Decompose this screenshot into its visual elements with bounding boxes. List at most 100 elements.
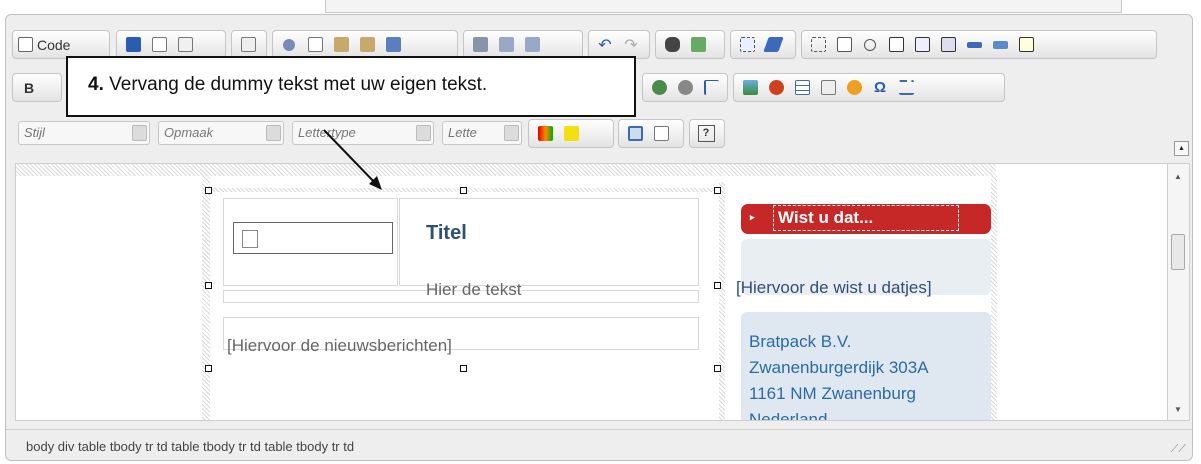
button-field-button[interactable] bbox=[963, 33, 985, 56]
checkbox-icon bbox=[836, 37, 852, 52]
wist-header[interactable]: ▸ Wist u dat... bbox=[741, 204, 991, 234]
save-icon bbox=[125, 37, 141, 52]
button-field-icon bbox=[966, 41, 982, 48]
help-button[interactable]: ? bbox=[695, 122, 717, 145]
news-placeholder: [Hiervoor de nieuwsberichten] bbox=[227, 336, 452, 355]
text-color-icon bbox=[537, 126, 553, 141]
address-country: Nederland bbox=[749, 410, 828, 421]
maximize-icon bbox=[627, 126, 643, 141]
printer-icon bbox=[472, 37, 488, 52]
paste-text-button[interactable] bbox=[356, 33, 378, 56]
select-all-button[interactable] bbox=[736, 33, 758, 56]
flag-icon bbox=[703, 80, 719, 95]
cut-button[interactable] bbox=[278, 33, 300, 56]
save-button[interactable] bbox=[122, 33, 144, 56]
address-street: Zwanenburgerdijk 303A bbox=[749, 358, 929, 377]
image-button-icon bbox=[992, 40, 1008, 49]
textfield-button[interactable] bbox=[885, 33, 907, 56]
table-button[interactable] bbox=[791, 76, 813, 99]
templates-button[interactable] bbox=[237, 33, 259, 56]
redo-icon: ↷ bbox=[624, 36, 638, 54]
table-icon bbox=[794, 80, 810, 95]
horizontal-rule-button[interactable] bbox=[817, 76, 839, 99]
omega-icon: Ω bbox=[873, 79, 887, 96]
smiley-button[interactable] bbox=[843, 76, 865, 99]
paste-word-icon bbox=[385, 37, 401, 52]
maximize-button[interactable] bbox=[624, 122, 646, 145]
scrollbar-thumb[interactable] bbox=[1171, 234, 1185, 270]
font-combo[interactable]: Lettertype bbox=[292, 121, 434, 145]
help-icon: ? bbox=[697, 125, 715, 142]
anchor-button[interactable] bbox=[700, 76, 722, 99]
style-combo[interactable]: Stijl bbox=[18, 121, 150, 145]
print-button[interactable] bbox=[469, 33, 491, 56]
new-page-icon bbox=[151, 37, 167, 52]
checkbox-button[interactable] bbox=[833, 33, 855, 56]
paste-button[interactable] bbox=[330, 33, 352, 56]
spellcheck-dropdown-button[interactable] bbox=[521, 33, 543, 56]
select-field-icon bbox=[940, 37, 956, 52]
spellcheck-icon bbox=[498, 37, 514, 52]
flash-button[interactable] bbox=[765, 76, 787, 99]
image-button-button[interactable] bbox=[989, 33, 1011, 56]
source-code-button[interactable]: Code bbox=[18, 33, 70, 56]
bold-button[interactable]: B bbox=[18, 76, 40, 99]
scroll-down-icon[interactable]: ▼ bbox=[1174, 405, 1182, 414]
remove-format-button[interactable] bbox=[762, 33, 784, 56]
undo-icon: ↶ bbox=[598, 36, 612, 54]
textarea-button[interactable] bbox=[911, 33, 933, 56]
form-button[interactable] bbox=[807, 33, 829, 56]
radio-button[interactable] bbox=[859, 33, 881, 56]
column-divider bbox=[719, 182, 725, 420]
link-button[interactable] bbox=[648, 76, 670, 99]
font-size-combo-label: Lette bbox=[448, 125, 477, 140]
resize-handle[interactable] bbox=[205, 282, 212, 289]
eraser-icon bbox=[762, 37, 784, 52]
redo-button[interactable]: ↷ bbox=[620, 33, 642, 56]
show-blocks-button[interactable] bbox=[650, 122, 672, 145]
element-path-bar: body div table tbody tr td table tbody t… bbox=[6, 429, 1192, 460]
resize-grip-icon[interactable]: ⟋⟋ bbox=[1171, 443, 1186, 456]
toolbar-collapse-button[interactable]: ▲ bbox=[1174, 141, 1189, 156]
image-placeholder[interactable] bbox=[233, 222, 393, 254]
content-body-text: Hier de tekst bbox=[426, 280, 522, 299]
element-path[interactable]: body div table tbody tr td table tbody t… bbox=[26, 439, 354, 454]
resize-handle[interactable] bbox=[205, 365, 212, 372]
font-combo-label: Lettertype bbox=[298, 125, 356, 140]
editor-content-area[interactable]: Titel Hier de tekst [Hiervoor de nieuwsb… bbox=[15, 163, 1168, 421]
resize-handle[interactable] bbox=[714, 365, 721, 372]
spellcheck-button[interactable] bbox=[495, 33, 517, 56]
find-button[interactable] bbox=[661, 33, 683, 56]
select-field-button[interactable] bbox=[937, 33, 959, 56]
scroll-up-icon[interactable]: ▲ bbox=[1174, 172, 1182, 181]
undo-button[interactable]: ↶ bbox=[594, 33, 616, 56]
toolbar-group-select bbox=[730, 30, 796, 59]
image-button[interactable] bbox=[739, 76, 761, 99]
toolbar-group-forms bbox=[801, 30, 1157, 59]
resize-handle[interactable] bbox=[714, 282, 721, 289]
vertical-scrollbar[interactable]: ▲ ▼ bbox=[1168, 163, 1190, 421]
paste-word-button[interactable] bbox=[382, 33, 404, 56]
resize-handle[interactable] bbox=[714, 187, 721, 194]
toolbar-group-source: Code bbox=[12, 30, 110, 59]
toolbar-group-tools bbox=[618, 119, 684, 148]
unlink-icon bbox=[677, 80, 693, 95]
preview-button[interactable] bbox=[174, 33, 196, 56]
unlink-button[interactable] bbox=[674, 76, 696, 99]
page-break-button[interactable] bbox=[895, 76, 917, 99]
hidden-field-button[interactable] bbox=[1015, 33, 1037, 56]
page-frame-left bbox=[202, 176, 210, 420]
bg-color-button[interactable] bbox=[560, 122, 582, 145]
format-combo[interactable]: Opmaak bbox=[158, 121, 284, 145]
replace-button[interactable] bbox=[687, 33, 709, 56]
copy-button[interactable] bbox=[304, 33, 326, 56]
form-icon bbox=[810, 37, 826, 52]
resize-handle[interactable] bbox=[205, 187, 212, 194]
resize-handle[interactable] bbox=[460, 187, 467, 194]
text-color-button[interactable] bbox=[534, 122, 556, 145]
resize-handle[interactable] bbox=[460, 365, 467, 372]
font-size-combo[interactable]: Lette bbox=[442, 121, 522, 145]
new-page-button[interactable] bbox=[148, 33, 170, 56]
special-char-button[interactable]: Ω bbox=[869, 76, 891, 99]
toolbar-group-templates bbox=[231, 30, 267, 59]
